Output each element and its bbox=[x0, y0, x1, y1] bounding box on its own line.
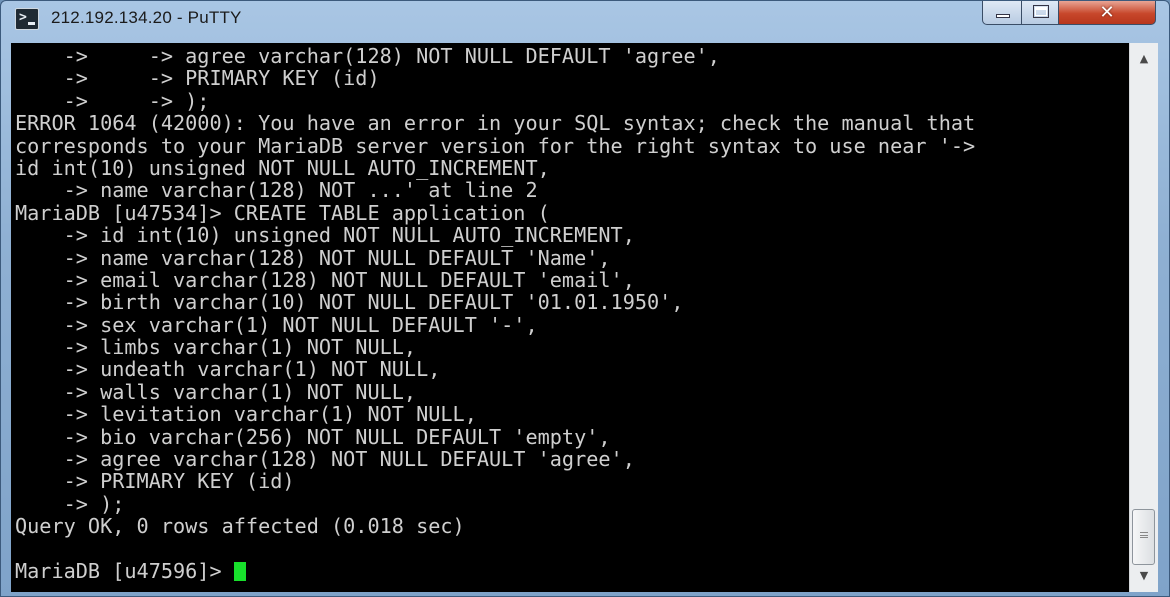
putty-window: > 212.192.134.20 - PuTTY ✕ -> -> agree v… bbox=[0, 0, 1170, 597]
maximize-button[interactable] bbox=[1021, 1, 1059, 25]
terminal-line: -> id int(10) unsigned NOT NULL AUTO_INC… bbox=[15, 223, 635, 248]
title-bar[interactable]: > 212.192.134.20 - PuTTY ✕ bbox=[1, 1, 1169, 43]
putty-terminal-icon[interactable]: > bbox=[15, 8, 39, 30]
terminal-line: -> PRIMARY KEY (id) bbox=[15, 469, 295, 494]
terminal-line: -> -> agree varchar(128) NOT NULL DEFAUL… bbox=[15, 44, 720, 68]
window-title: 212.192.134.20 - PuTTY bbox=[51, 8, 242, 27]
terminal-line: -> limbs varchar(1) NOT NULL, bbox=[15, 335, 417, 360]
terminal-line: -> undeath varchar(1) NOT NULL, bbox=[15, 357, 441, 382]
terminal-prompt-line[interactable]: MariaDB [u47596]> bbox=[15, 560, 1129, 582]
terminal-line: -> levitation varchar(1) NOT NULL, bbox=[15, 402, 477, 427]
terminal-line: -> email varchar(128) NOT NULL DEFAULT '… bbox=[15, 267, 635, 292]
scroll-up-arrow-icon[interactable]: ▲ bbox=[1130, 49, 1158, 69]
terminal-line: -> ); bbox=[15, 491, 125, 516]
terminal-line: MariaDB [u47534]> CREATE TABLE applicati… bbox=[15, 200, 550, 225]
close-icon: ✕ bbox=[1099, 2, 1115, 23]
terminal-line: -> name varchar(128) NOT ...' at line 2 bbox=[15, 178, 538, 203]
terminal-line: -> -> PRIMARY KEY (id) bbox=[15, 66, 380, 91]
terminal-line: Query OK, 0 rows affected (0.018 sec) bbox=[15, 514, 465, 539]
terminal-line: id int(10) unsigned NOT NULL AUTO_INCREM… bbox=[15, 155, 550, 180]
terminal-line: -> bio varchar(256) NOT NULL DEFAULT 'em… bbox=[15, 424, 611, 449]
terminal-line: -> walls varchar(1) NOT NULL, bbox=[15, 379, 417, 404]
terminal-cursor bbox=[233, 561, 246, 581]
terminal-line: corresponds to your MariaDB server versi… bbox=[15, 133, 976, 158]
terminal-area[interactable]: -> -> agree varchar(128) NOT NULL DEFAUL… bbox=[11, 43, 1129, 592]
vertical-scrollbar[interactable]: ▲ ▼ bbox=[1129, 43, 1158, 592]
terminal-line: -> -> ); bbox=[15, 88, 210, 113]
terminal-prompt: MariaDB [u47596]> bbox=[15, 558, 234, 583]
terminal-line: -> agree varchar(128) NOT NULL DEFAULT '… bbox=[15, 447, 635, 472]
scroll-down-arrow-icon[interactable]: ▼ bbox=[1130, 566, 1158, 586]
minimize-button[interactable] bbox=[982, 1, 1022, 25]
close-button[interactable]: ✕ bbox=[1058, 1, 1156, 25]
terminal-line: -> birth varchar(10) NOT NULL DEFAULT '0… bbox=[15, 290, 684, 315]
grip-icon bbox=[1140, 532, 1148, 538]
terminal-line: -> name varchar(128) NOT NULL DEFAULT 'N… bbox=[15, 245, 611, 270]
maximize-icon bbox=[1033, 5, 1049, 18]
terminal-line: -> sex varchar(1) NOT NULL DEFAULT '-', bbox=[15, 312, 538, 337]
scrollbar-thumb[interactable] bbox=[1132, 509, 1155, 565]
terminal-output: -> -> agree varchar(128) NOT NULL DEFAUL… bbox=[11, 43, 1129, 583]
minimize-icon bbox=[996, 14, 1010, 18]
terminal-line: ERROR 1064 (42000): You have an error in… bbox=[15, 111, 976, 136]
